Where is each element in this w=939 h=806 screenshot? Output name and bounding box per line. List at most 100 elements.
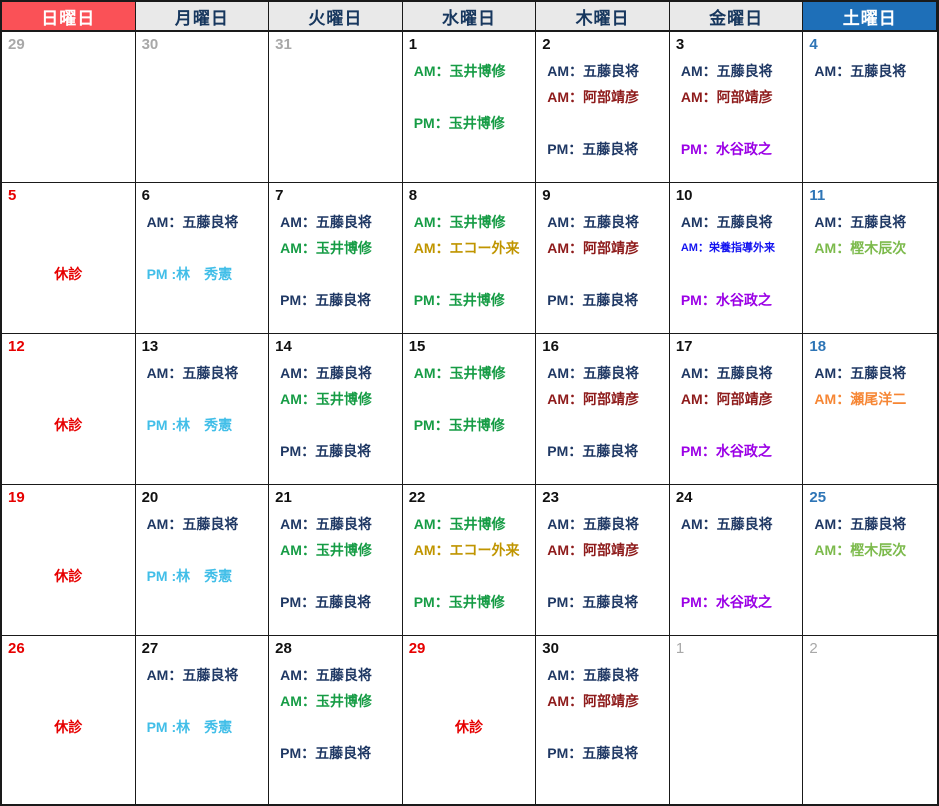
schedule-entry: AM：阿部靖彦 [536,235,669,261]
empty-slot [136,386,269,412]
schedule-entry: PM :林 秀憲 [136,714,269,740]
schedule-entry: PM :林 秀憲 [136,412,269,438]
day-cell-29: 29 休診 [403,636,537,804]
empty-slot [2,688,135,714]
empty-slot [670,537,803,563]
empty-slot [670,412,803,438]
day-cell-2: 2AM：五藤良将AM：阿部靖彦PM：五藤良将 [536,32,670,183]
empty-slot [803,84,937,110]
day-number: 26 [2,638,135,662]
schedule-entry: AM：玉井博修 [269,537,402,563]
schedule-entry: AM：五藤良将 [269,511,402,537]
header-weekday-4: 木曜日 [536,2,670,32]
closed-label: 休診 [2,261,135,287]
empty-slot [536,110,669,136]
empty-slot [136,84,269,110]
schedule-entry: PM：五藤良将 [536,136,669,162]
day-cell-27: 27AM：五藤良将PM :林 秀憲 [136,636,270,804]
day-number: 17 [670,336,803,360]
schedule-entry: AM：阿部靖彦 [536,537,669,563]
day-number: 29 [2,34,135,58]
empty-slot [803,563,937,589]
day-cell-4: 4AM：五藤良将 [803,32,937,183]
schedule-entry: PM :林 秀憲 [136,261,269,287]
schedule-entry: AM：五藤良将 [536,209,669,235]
schedule-entry: AM：五藤良将 [536,360,669,386]
empty-slot [269,261,402,287]
empty-slot [136,136,269,162]
day-number: 10 [670,185,803,209]
empty-slot [803,688,937,714]
schedule-entry: PM：五藤良将 [269,589,402,615]
day-number: 14 [269,336,402,360]
empty-slot [803,714,937,740]
day-number: 16 [536,336,669,360]
day-number: 20 [136,487,269,511]
empty-slot [269,412,402,438]
day-cell-20: 20AM：五藤良将PM :林 秀憲 [136,485,270,636]
empty-slot [670,662,803,688]
day-number: 7 [269,185,402,209]
day-cell-12: 12休診 [2,334,136,485]
day-cell-26: 26 休診 [2,636,136,804]
closed-label: 休診 [403,714,536,740]
schedule-entry: AM：阿部靖彦 [536,688,669,714]
schedule-entry: AM：玉井博修 [269,235,402,261]
empty-slot [803,261,937,287]
empty-slot [136,589,269,615]
schedule-entry: AM：五藤良将 [536,511,669,537]
schedule-entry: PM :林 秀憲 [136,563,269,589]
header-weekday-3: 水曜日 [403,2,537,32]
day-number: 29 [403,638,536,662]
day-number: 4 [803,34,937,58]
empty-slot [2,662,135,688]
empty-slot [2,537,135,563]
empty-slot [670,714,803,740]
header-sunday: 日曜日 [2,2,136,32]
day-cell-7: 7AM：五藤良将AM：玉井博修PM：五藤良将 [269,183,403,334]
empty-slot [803,589,937,615]
empty-slot [2,84,135,110]
empty-slot [2,58,135,84]
day-number: 18 [803,336,937,360]
day-number: 23 [536,487,669,511]
schedule-entry: AM：五藤良将 [269,360,402,386]
schedule-entry: PM：水谷政之 [670,589,803,615]
day-number: 2 [536,34,669,58]
day-number: 9 [536,185,669,209]
empty-slot [269,714,402,740]
empty-slot [136,110,269,136]
day-number: 27 [136,638,269,662]
schedule-entry: AM：樫木辰次 [803,537,937,563]
empty-slot [136,235,269,261]
schedule-entry: AM：五藤良将 [269,662,402,688]
schedule-entry: AM：五藤良将 [536,58,669,84]
day-cell-5: 5 休診 [2,183,136,334]
schedule-entry: PM：五藤良将 [536,287,669,313]
day-cell-10: 10AM：五藤良将AM：栄養指導外来PM：水谷政之 [670,183,804,334]
day-number: 31 [269,34,402,58]
day-cell-14: 14AM：五藤良将AM：玉井博修PM：五藤良将 [269,334,403,485]
day-number: 5 [2,185,135,209]
day-number: 1 [670,638,803,662]
schedule-entry: AM：五藤良将 [536,662,669,688]
empty-slot [403,136,536,162]
day-cell-19: 19休診 [2,485,136,636]
schedule-entry: AM：エコー外来 [403,537,536,563]
empty-slot [670,261,803,287]
empty-slot [536,412,669,438]
empty-slot [136,537,269,563]
day-cell-21: 21AM：五藤良将AM：玉井博修PM：五藤良将 [269,485,403,636]
day-cell-30: 30 [136,32,270,183]
day-cell-15: 15AM：玉井博修PM：玉井博修 [403,334,537,485]
header-weekday-5: 金曜日 [670,2,804,32]
empty-slot [803,110,937,136]
empty-slot [403,438,536,464]
day-cell-3: 3AM：五藤良将AM：阿部靖彦PM：水谷政之 [670,32,804,183]
closed-label: 休診 [2,714,135,740]
day-number: 8 [403,185,536,209]
empty-slot [2,136,135,162]
schedule-entry: AM：阿部靖彦 [670,84,803,110]
schedule-entry: AM：五藤良将 [670,58,803,84]
schedule-entry: PM：水谷政之 [670,136,803,162]
